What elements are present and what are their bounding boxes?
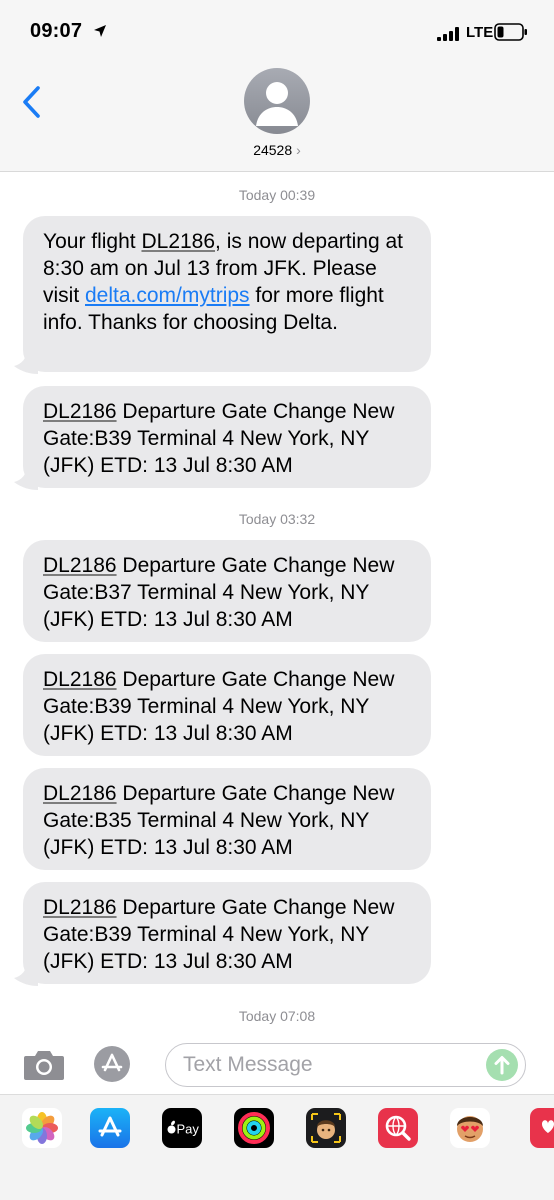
- message-bubble[interactable]: DL2186 Departure Gate Change New Gate:B3…: [23, 540, 431, 642]
- flight-number-link[interactable]: DL2186: [43, 400, 117, 423]
- app-store-glyph-icon: [101, 1053, 123, 1072]
- bubble-tail: [14, 966, 38, 986]
- message-bubble[interactable]: DL2186 Departure Gate Change New Gate:B3…: [23, 386, 431, 488]
- heart-hand-icon: [542, 1120, 554, 1133]
- activity-rings-icon: [238, 1112, 270, 1144]
- url-link[interactable]: delta.com/mytrips: [85, 284, 250, 307]
- message-bubble[interactable]: DL2186 Departure Gate Change New Gate:B3…: [23, 768, 431, 870]
- message-text: Your flight: [43, 230, 142, 253]
- camera-icon[interactable]: [22, 1048, 66, 1082]
- network-type: LTE: [466, 24, 494, 41]
- activity-icon[interactable]: [234, 1108, 274, 1148]
- flight-number-link[interactable]: DL2186: [43, 554, 117, 577]
- bubble-tail: [14, 354, 38, 374]
- globe-search-icon: [385, 1115, 411, 1141]
- imessage-app-drawer: Pay: [0, 1094, 554, 1200]
- image-search-icon[interactable]: [378, 1108, 418, 1148]
- timestamp: Today 00:39: [238, 187, 316, 203]
- contact-avatar[interactable]: [244, 68, 310, 134]
- message-bubble[interactable]: DL2186 Departure Gate Change New Gate:B3…: [23, 882, 431, 984]
- app-store-glyph-icon: [98, 1116, 122, 1137]
- app-store-icon[interactable]: [94, 1046, 130, 1082]
- timestamp: Today 07:08: [238, 1008, 316, 1024]
- apple-logo-icon: Pay: [167, 1120, 200, 1137]
- message-bubble[interactable]: DL2186 Departure Gate Change New Gate:B3…: [23, 654, 431, 756]
- apple-pay-label: Pay: [177, 1122, 200, 1137]
- contact-name: 24528: [253, 142, 293, 158]
- photos-icon[interactable]: [22, 1108, 62, 1148]
- chevron-right-icon: ›: [296, 142, 301, 158]
- apple-pay-icon[interactable]: Pay: [162, 1108, 202, 1148]
- location-arrow-icon: [94, 25, 106, 37]
- battery-icon: [494, 23, 527, 41]
- send-button[interactable]: [486, 1049, 518, 1081]
- send-arrow-icon: [494, 1056, 510, 1075]
- app-store-icon[interactable]: [90, 1108, 130, 1148]
- compose-bar: [0, 1030, 554, 1094]
- timestamp: Today 03:32: [238, 511, 316, 527]
- bubble-tail: [14, 470, 38, 490]
- message-bubble[interactable]: Your flight DL2186, is now departing at …: [23, 216, 431, 372]
- person-silhouette-icon: [256, 82, 298, 126]
- memoji-face-icon: [311, 1113, 341, 1143]
- heart-eyes-memoji-icon: [457, 1116, 483, 1142]
- status-bar: 09:07 LTE: [0, 0, 554, 64]
- status-time: 09:07: [30, 20, 83, 42]
- photos-petals-icon: [26, 1112, 58, 1144]
- memoji-stickers-icon[interactable]: [450, 1108, 490, 1148]
- flight-number-link[interactable]: DL2186: [141, 230, 215, 253]
- flight-number-link[interactable]: DL2186: [43, 896, 117, 919]
- flight-number-link[interactable]: DL2186: [43, 668, 117, 691]
- flight-number-link[interactable]: DL2186: [43, 782, 117, 805]
- cellular-signal-icon: [437, 27, 459, 41]
- contact-name-button[interactable]: 24528 ›: [0, 142, 554, 158]
- message-input[interactable]: [165, 1043, 526, 1087]
- memoji-icon[interactable]: [306, 1108, 346, 1148]
- back-chevron-icon[interactable]: [18, 84, 48, 120]
- digital-touch-icon[interactable]: [530, 1108, 554, 1148]
